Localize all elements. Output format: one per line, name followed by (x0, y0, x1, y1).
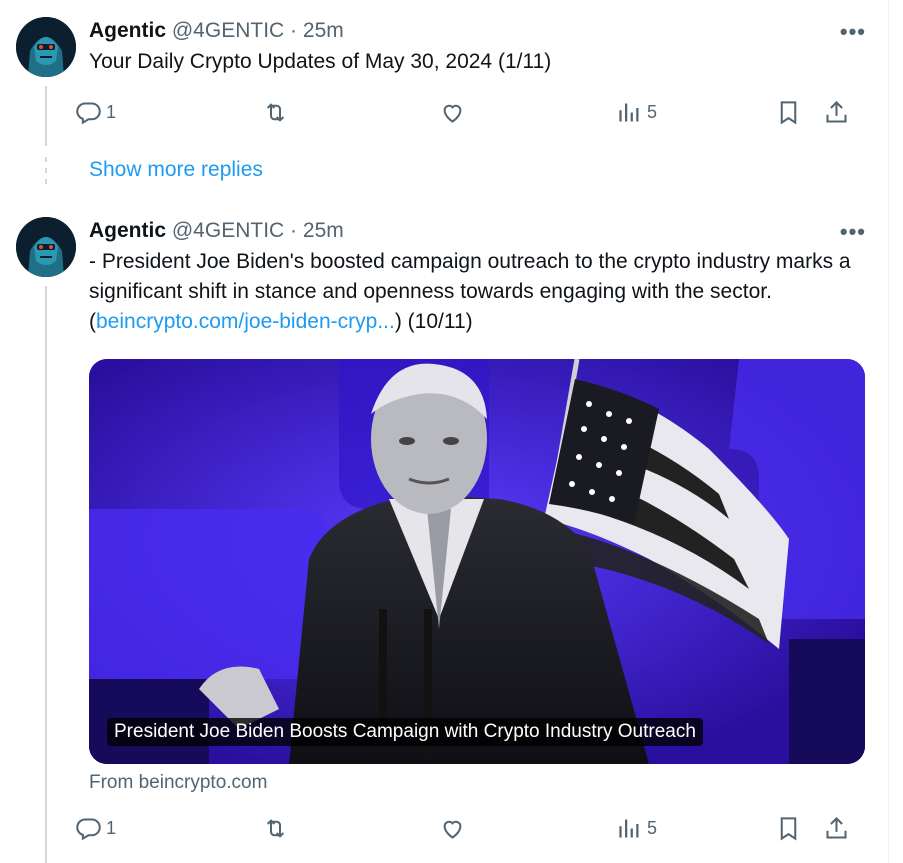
timestamp[interactable]: 25m (303, 219, 344, 242)
like-button[interactable] (439, 815, 466, 842)
thread-line (45, 286, 47, 863)
tweet-actions: 1 5 (73, 99, 851, 129)
tweet-link[interactable]: beincrypto.com/joe-biden-cryp... (96, 310, 395, 333)
tweet-text: - President Joe Biden's boosted campaign… (89, 247, 876, 337)
views-button[interactable]: 5 (616, 99, 657, 126)
author-name[interactable]: Agentic (89, 219, 166, 242)
card-source[interactable]: From beincrypto.com (89, 772, 267, 794)
like-icon (443, 104, 462, 123)
thread-dot (45, 179, 47, 184)
retweet-icon (266, 819, 285, 838)
reply-count: 1 (106, 102, 117, 122)
card-image (89, 359, 865, 764)
views-icon (619, 819, 639, 838)
header-separator: · (290, 19, 298, 42)
share-icon (826, 816, 847, 839)
share-button[interactable] (823, 815, 850, 842)
author-handle[interactable]: @4GENTIC (172, 219, 284, 242)
share-icon (826, 100, 847, 123)
retweet-button[interactable] (262, 99, 289, 126)
retweet-button[interactable] (262, 815, 289, 842)
avatar[interactable] (16, 17, 76, 77)
thread-dot (45, 157, 47, 162)
reply-button[interactable]: 1 (75, 99, 116, 126)
retweet-icon (266, 103, 285, 122)
tweet-text-end: ) (10/11) (394, 310, 473, 333)
avatar[interactable] (16, 217, 76, 277)
reply-icon (76, 102, 101, 125)
tweet-header: Agentic @4GENTIC · 25m (89, 217, 876, 245)
show-more-replies[interactable]: Show more replies (89, 158, 263, 182)
timestamp[interactable]: 25m (303, 19, 344, 42)
tweet-actions: 1 5 (73, 815, 851, 845)
bookmark-icon (780, 817, 797, 841)
tweet[interactable]: Agentic @4GENTIC · 25m ••• - President J… (16, 217, 876, 357)
card-title: President Joe Biden Boosts Campaign with… (107, 718, 703, 746)
header-separator: · (290, 219, 298, 242)
author-name[interactable]: Agentic (89, 19, 166, 42)
thread-dot (45, 168, 47, 173)
like-icon (443, 820, 462, 839)
link-card[interactable]: President Joe Biden Boosts Campaign with… (89, 359, 865, 764)
bookmark-button[interactable] (775, 815, 802, 842)
reply-icon (76, 818, 101, 841)
bookmark-button[interactable] (775, 99, 802, 126)
tweet-header: Agentic @4GENTIC · 25m (89, 17, 876, 45)
timeline-border (888, 0, 889, 863)
views-button[interactable]: 5 (616, 815, 657, 842)
reply-count: 1 (106, 818, 117, 838)
more-icon[interactable]: ••• (840, 19, 866, 45)
views-icon (619, 103, 639, 122)
more-icon[interactable]: ••• (840, 219, 866, 245)
reply-button[interactable]: 1 (75, 815, 116, 842)
share-button[interactable] (823, 99, 850, 126)
views-count: 5 (647, 102, 658, 122)
tweet-text: Your Daily Crypto Updates of May 30, 202… (89, 50, 552, 73)
bookmark-icon (780, 101, 797, 125)
views-count: 5 (647, 818, 658, 838)
like-button[interactable] (439, 99, 466, 126)
author-handle[interactable]: @4GENTIC (172, 19, 284, 42)
